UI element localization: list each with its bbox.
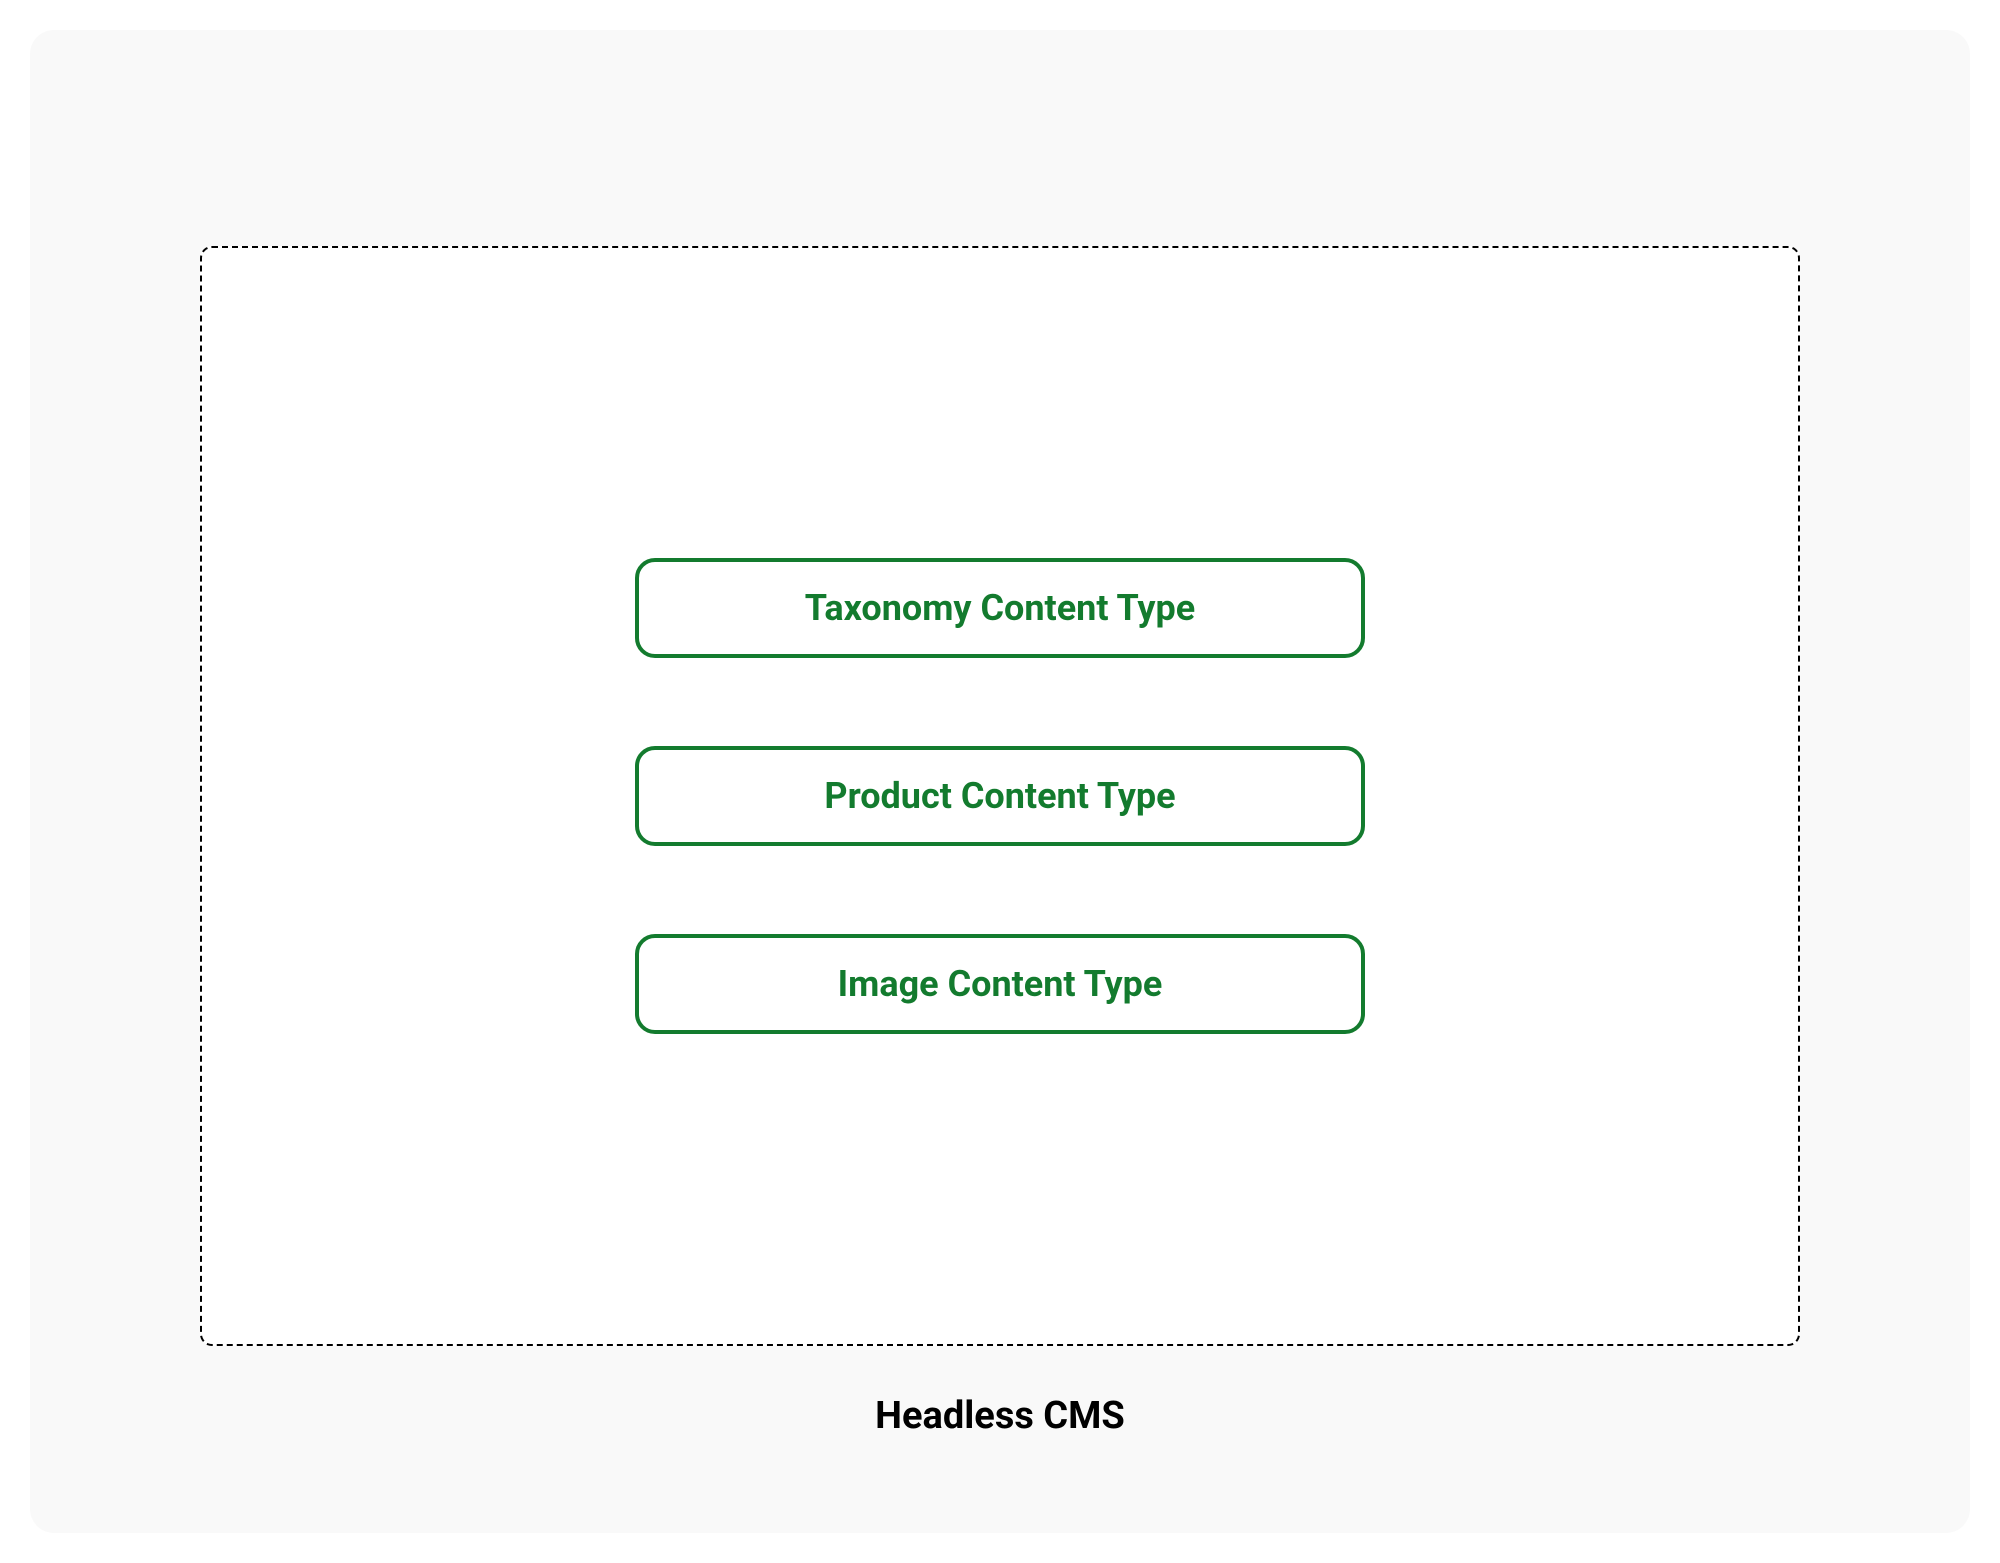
content-type-label: Product Content Type bbox=[824, 775, 1175, 817]
container-label: Headless CMS bbox=[875, 1394, 1125, 1438]
cms-container: Taxonomy Content Type Product Content Ty… bbox=[200, 246, 1800, 1346]
content-type-label: Image Content Type bbox=[838, 963, 1163, 1005]
diagram-canvas: Taxonomy Content Type Product Content Ty… bbox=[30, 30, 1970, 1533]
content-type-taxonomy: Taxonomy Content Type bbox=[635, 558, 1365, 658]
content-type-label: Taxonomy Content Type bbox=[805, 587, 1196, 629]
content-type-image: Image Content Type bbox=[635, 934, 1365, 1034]
content-type-product: Product Content Type bbox=[635, 746, 1365, 846]
